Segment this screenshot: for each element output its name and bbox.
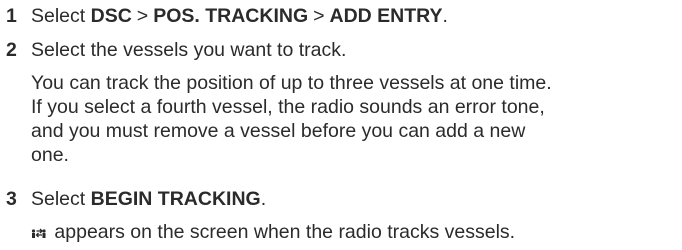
step-3-note: appears on the screen when the radio tra… [31,220,677,244]
step-2-note: You can track the position of up to thre… [31,71,677,167]
menu-item-begin-tracking: BEGIN TRACKING [90,188,261,210]
step-text: Select BEGIN TRACKING. [31,187,266,211]
note-line: You can track the position of up to thre… [31,72,552,94]
note-line: one. [31,144,69,166]
step-suffix: . [442,5,448,27]
step-number: 3 [6,188,17,210]
vessel-tracking-icon [31,228,46,238]
menu-item-dsc: DSC [90,5,132,27]
path-separator: > [313,5,325,27]
note-line: and you must remove a vessel before you … [31,120,526,142]
step-prefix: Select [31,188,91,210]
step-prefix: Select [31,5,91,27]
menu-item-add-entry: ADD ENTRY [329,5,443,27]
step-text: Select DSC > POS. TRACKING > ADD ENTRY. [31,4,448,28]
note-line: If you select a fourth vessel, the radio… [31,96,545,118]
path-separator: > [136,5,149,27]
menu-item-pos-tracking: POS. TRACKING [153,5,309,27]
instruction-document: 1 Select DSC > POS. TRACKING > ADD ENTRY. 2 … [0,0,682,250]
step-number: 1 [6,5,17,27]
step-number: 2 [6,39,17,61]
note-text: appears on the screen when the radio tra… [49,221,516,243]
step-suffix: . [260,188,267,210]
step-text: Select the vessels you want to track. [31,39,347,61]
